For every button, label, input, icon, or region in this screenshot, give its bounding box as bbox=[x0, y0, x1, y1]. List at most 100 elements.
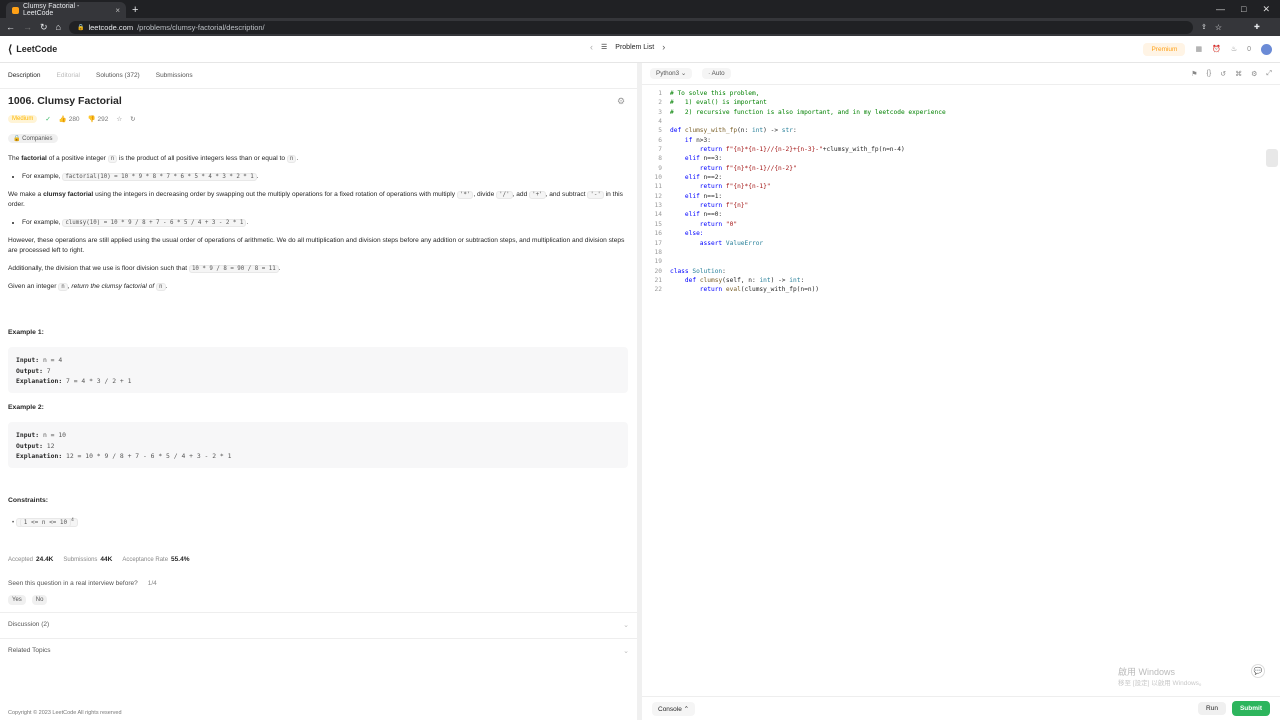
solved-check-icon: ✓ bbox=[45, 116, 51, 123]
bookmark-star-icon[interactable]: ☆ bbox=[1215, 23, 1222, 32]
chat-icon[interactable]: 💬 bbox=[1251, 664, 1265, 678]
companies-tag[interactable]: 🔒 Companies bbox=[8, 134, 58, 143]
code-token: : bbox=[792, 127, 797, 135]
favorite-star-icon[interactable]: ☆ bbox=[116, 115, 122, 123]
tab-description[interactable]: Description bbox=[0, 72, 49, 79]
code-token: elif bbox=[670, 211, 704, 219]
url-field[interactable]: 🔒 leetcode.com/problems/clumsy-factorial… bbox=[68, 20, 1193, 34]
code-line[interactable]: 8 elif n==3: bbox=[642, 154, 1280, 163]
code-token: # To solve this problem, bbox=[670, 90, 760, 97]
home-icon[interactable]: ⌂ bbox=[56, 22, 61, 32]
side-panel-icon[interactable] bbox=[1266, 149, 1278, 167]
auto-toggle[interactable]: · Auto bbox=[702, 68, 731, 79]
bookmark-icon[interactable]: ⚑ bbox=[1191, 70, 1197, 78]
dislike-count: 292 bbox=[97, 116, 109, 123]
dislike-button[interactable]: 👎 292 bbox=[88, 115, 109, 123]
settings-gear-icon[interactable]: ⚙ bbox=[617, 96, 625, 107]
reset-icon[interactable]: ↺ bbox=[1220, 70, 1226, 78]
fire-icon[interactable]: ♨ bbox=[1231, 45, 1237, 53]
code-line[interactable]: 4 bbox=[642, 117, 1280, 126]
settings-icon[interactable]: ⚙ bbox=[1251, 70, 1257, 78]
logo[interactable]: ⟨ LeetCode bbox=[8, 43, 57, 56]
editor-icons: ⚑ {} ↺ ⌘ ⚙ ⤢ bbox=[1191, 70, 1272, 78]
code-token: clumsy bbox=[699, 276, 723, 284]
browser-tab-bar: Clumsy Factorial - LeetCode × + — □ ✕ bbox=[0, 0, 1280, 18]
fullscreen-icon[interactable]: ⤢ bbox=[1266, 70, 1272, 78]
code-line[interactable]: 2 # 1) eval() is important bbox=[642, 98, 1280, 107]
code-token: return bbox=[670, 286, 726, 294]
prev-problem-icon[interactable]: ‹ bbox=[590, 42, 593, 52]
language-select[interactable]: Python3 ⌄ bbox=[650, 68, 693, 79]
code-token: elif bbox=[670, 192, 704, 200]
code-line[interactable]: 11 return f"{n}*{n-1}" bbox=[642, 182, 1280, 191]
line-number: 11 bbox=[654, 183, 662, 191]
line-number: 3 bbox=[658, 108, 662, 116]
next-problem-icon[interactable]: › bbox=[662, 42, 665, 52]
chevron-down-icon: ⌄ bbox=[623, 647, 629, 655]
new-tab-button[interactable]: + bbox=[132, 4, 138, 16]
like-button[interactable]: 👍 280 bbox=[59, 115, 80, 123]
code-line[interactable]: 15 return "0" bbox=[642, 220, 1280, 229]
example-list: For example, clumsy(10) = 10 * 9 / 8 + 7… bbox=[16, 218, 628, 228]
code-line[interactable]: 5 def clumsy_with_fp (n: int) -> str: bbox=[642, 126, 1280, 135]
code-token: def bbox=[670, 276, 700, 284]
problem-list-link[interactable]: Problem List bbox=[615, 44, 654, 51]
tab-title: Clumsy Factorial - LeetCode bbox=[22, 3, 80, 17]
code-token: (self, n: bbox=[722, 276, 760, 284]
code-editor[interactable]: 1 # To solve this problem, 2 # 1) eval() is… bbox=[642, 89, 1280, 295]
code-line[interactable]: 22 return eval (clumsy_with_fp(n=n)) bbox=[642, 285, 1280, 294]
braces-icon[interactable]: {} bbox=[1207, 70, 1212, 78]
reload-icon[interactable]: ↻ bbox=[40, 22, 48, 33]
copyright: Copyright © 2023 LeetCode All rights res… bbox=[8, 710, 122, 716]
example-box: Input: n = 4 Output: 7 Explanation: 7 = … bbox=[8, 347, 628, 393]
code-line[interactable]: 6 if n>3: bbox=[642, 136, 1280, 145]
code-line[interactable]: 20 class Solution: bbox=[642, 267, 1280, 276]
back-icon[interactable]: ← bbox=[6, 22, 15, 32]
code-line[interactable]: 17 assert ValueError bbox=[642, 239, 1280, 248]
run-button[interactable]: Run bbox=[1198, 702, 1226, 715]
line-number: 22 bbox=[654, 286, 662, 294]
browser-tab[interactable]: Clumsy Factorial - LeetCode × bbox=[6, 2, 126, 18]
minimize-icon[interactable]: — bbox=[1216, 4, 1225, 15]
code-line[interactable]: 12 elif n==1: bbox=[642, 192, 1280, 201]
related-topics-section[interactable]: Related Topics ⌄ bbox=[0, 638, 637, 662]
code-line[interactable]: 18 bbox=[642, 248, 1280, 257]
discussion-section[interactable]: Discussion (2) ⌄ bbox=[0, 612, 637, 636]
code-line[interactable]: 16 else: bbox=[642, 229, 1280, 238]
code-line[interactable]: 7 return f"{n}*{n-1}//{n-2}+{n-3}-" +clum… bbox=[642, 145, 1280, 154]
line-number: 8 bbox=[658, 155, 662, 163]
grid-icon[interactable]: ▦ bbox=[1195, 45, 1202, 53]
code-line[interactable]: 9 return f"{n}*{n-1}//{n-2}" bbox=[642, 164, 1280, 173]
avatar[interactable] bbox=[1261, 43, 1272, 55]
line-number: 6 bbox=[658, 136, 662, 144]
code-line[interactable]: 3 # 2) recursive function is also importa… bbox=[642, 108, 1280, 117]
premium-button[interactable]: Premium bbox=[1143, 42, 1186, 56]
tab-submissions[interactable]: Submissions bbox=[148, 72, 201, 79]
close-tab-icon[interactable]: × bbox=[115, 6, 120, 15]
code-token: : bbox=[722, 267, 726, 275]
editor-toolbar: Python3 ⌄ · Auto ⚑ {} ↺ ⌘ ⚙ ⤢ bbox=[642, 63, 1280, 85]
share-icon[interactable]: ↻ bbox=[130, 115, 135, 123]
code-line[interactable]: 1 # To solve this problem, bbox=[642, 89, 1280, 98]
code-token: n==1: bbox=[703, 192, 723, 200]
no-button[interactable]: No bbox=[31, 595, 48, 605]
windows-watermark-sub: 移至 [設定] 以啟用 Windows。 bbox=[1118, 680, 1206, 687]
code-token: ValueError bbox=[725, 239, 764, 247]
code-line[interactable]: 19 bbox=[642, 257, 1280, 266]
code-line[interactable]: 10 elif n==2: bbox=[642, 173, 1280, 182]
console-button[interactable]: Console ⌃ bbox=[652, 701, 696, 716]
shortcut-icon[interactable]: ⌘ bbox=[1235, 70, 1242, 78]
puzzle-icon[interactable]: ✚ bbox=[1254, 23, 1260, 31]
alarm-icon[interactable]: ⏰ bbox=[1212, 45, 1221, 53]
share-icon[interactable]: ⇪ bbox=[1201, 23, 1207, 31]
code-line[interactable]: 14 elif n==0: bbox=[642, 210, 1280, 219]
tab-solutions[interactable]: Solutions (372) bbox=[88, 72, 148, 79]
maximize-icon[interactable]: □ bbox=[1241, 4, 1246, 15]
code-line[interactable]: 21 def clumsy (self, n: int) -> int: bbox=[642, 276, 1280, 285]
close-window-icon[interactable]: ✕ bbox=[1262, 4, 1270, 15]
yes-button[interactable]: Yes bbox=[8, 595, 26, 605]
tab-editorial[interactable]: Editorial bbox=[49, 72, 88, 79]
submit-button[interactable]: Submit bbox=[1231, 701, 1270, 716]
forward-icon[interactable]: → bbox=[23, 22, 32, 32]
code-line[interactable]: 13 return f"{n}" bbox=[642, 201, 1280, 210]
